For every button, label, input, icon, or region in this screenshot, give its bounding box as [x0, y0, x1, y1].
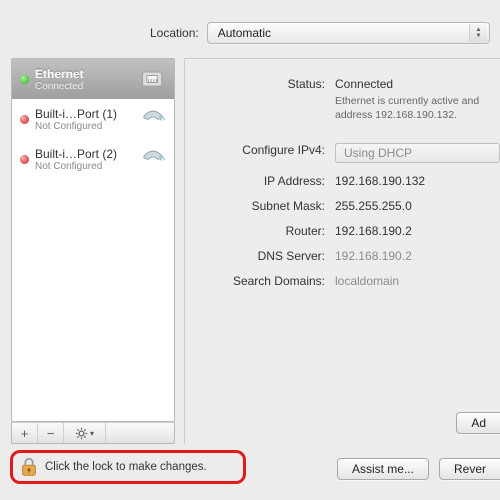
status-dot-green-icon [20, 75, 29, 84]
status-key: Status: [185, 77, 335, 122]
lock-area[interactable]: Click the lock to make changes. [10, 450, 246, 484]
router-key: Router: [185, 224, 335, 238]
detail-panel: Status: Connected Ethernet is currently … [184, 58, 500, 444]
lock-text: Click the lock to make changes. [45, 461, 207, 473]
subnet-key: Subnet Mask: [185, 199, 335, 213]
location-value: Automatic [218, 26, 271, 40]
service-name: Built-i…Port (1) [35, 107, 134, 121]
lock-icon [19, 456, 39, 478]
service-name: Ethernet [35, 67, 134, 81]
services-sidebar: Ethernet Connected Built-i…Port (1) Not … [11, 58, 175, 422]
updown-arrows-icon [469, 24, 487, 42]
service-state: Not Configured [35, 161, 134, 172]
status-dot-red-icon [20, 155, 29, 164]
status-dot-red-icon [20, 115, 29, 124]
location-popup[interactable]: Automatic [207, 22, 490, 44]
advanced-button[interactable]: Ad [456, 412, 500, 434]
sidebar-footer: + − [11, 422, 175, 444]
revert-button[interactable]: Rever [439, 458, 500, 480]
dns-value: 192.168.190.2 [335, 249, 492, 263]
status-value: Connected [335, 77, 393, 91]
service-name: Built-i…Port (2) [35, 147, 134, 161]
assist-me-button[interactable]: Assist me... [337, 458, 429, 480]
configure-key: Configure IPv4: [185, 143, 335, 163]
status-description: Ethernet is currently active and address… [335, 94, 492, 122]
add-service-button[interactable]: + [12, 423, 38, 443]
service-state: Connected [35, 81, 134, 92]
location-label: Location: [150, 26, 199, 40]
sidebar-item-serial-2[interactable]: Built-i…Port (2) Not Configured [12, 139, 174, 179]
service-state: Not Configured [35, 121, 134, 132]
phone-icon [138, 146, 168, 172]
configure-ipv4-popup[interactable]: Using DHCP [335, 143, 500, 163]
subnet-value: 255.255.255.0 [335, 199, 492, 213]
ethernet-icon [138, 66, 168, 92]
search-key: Search Domains: [185, 274, 335, 288]
ip-value: 192.168.190.132 [335, 174, 492, 188]
remove-service-button[interactable]: − [38, 423, 64, 443]
sidebar-item-serial-1[interactable]: Built-i…Port (1) Not Configured [12, 99, 174, 139]
configure-value: Using DHCP [344, 146, 412, 160]
phone-icon [138, 106, 168, 132]
gear-icon [75, 427, 88, 440]
router-value: 192.168.190.2 [335, 224, 492, 238]
dns-key: DNS Server: [185, 249, 335, 263]
search-value: localdomain [335, 274, 492, 288]
sidebar-item-ethernet[interactable]: Ethernet Connected [12, 59, 174, 99]
service-actions-menu[interactable] [64, 423, 106, 443]
ip-key: IP Address: [185, 174, 335, 188]
